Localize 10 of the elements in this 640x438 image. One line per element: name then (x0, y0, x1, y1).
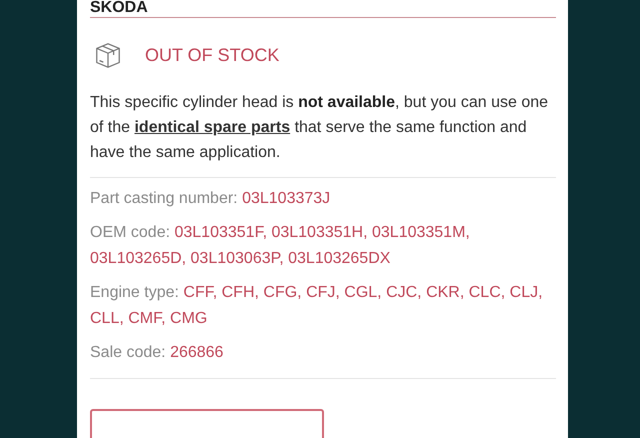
stock-status: OUT OF STOCK (145, 44, 280, 66)
detail-line: Part casting number: 03L103373J (90, 189, 332, 209)
detail-line: Sale code: 266866 (90, 343, 224, 363)
box-icon (93, 40, 123, 70)
detail-line: Engine type: CFF, CFH, CFG, CFJ, CGL, CJC, CKR, CLC, CLJ, CLL, CMF, CMG (90, 283, 544, 329)
product-title: SKODA (90, 0, 556, 18)
detail-line: OEM code: 03L103351F, 03L103351H, 03L103351M, 03L103265D, 03L103063P, 03L103265DX (90, 223, 471, 269)
availability-notice: This specific cylinder head is not available, but you can use one of the identical spare parts that serve the same function and have the same application. (90, 93, 550, 163)
outline-button[interactable] (90, 409, 324, 438)
spare-parts-link[interactable]: identical spare parts (134, 119, 290, 136)
